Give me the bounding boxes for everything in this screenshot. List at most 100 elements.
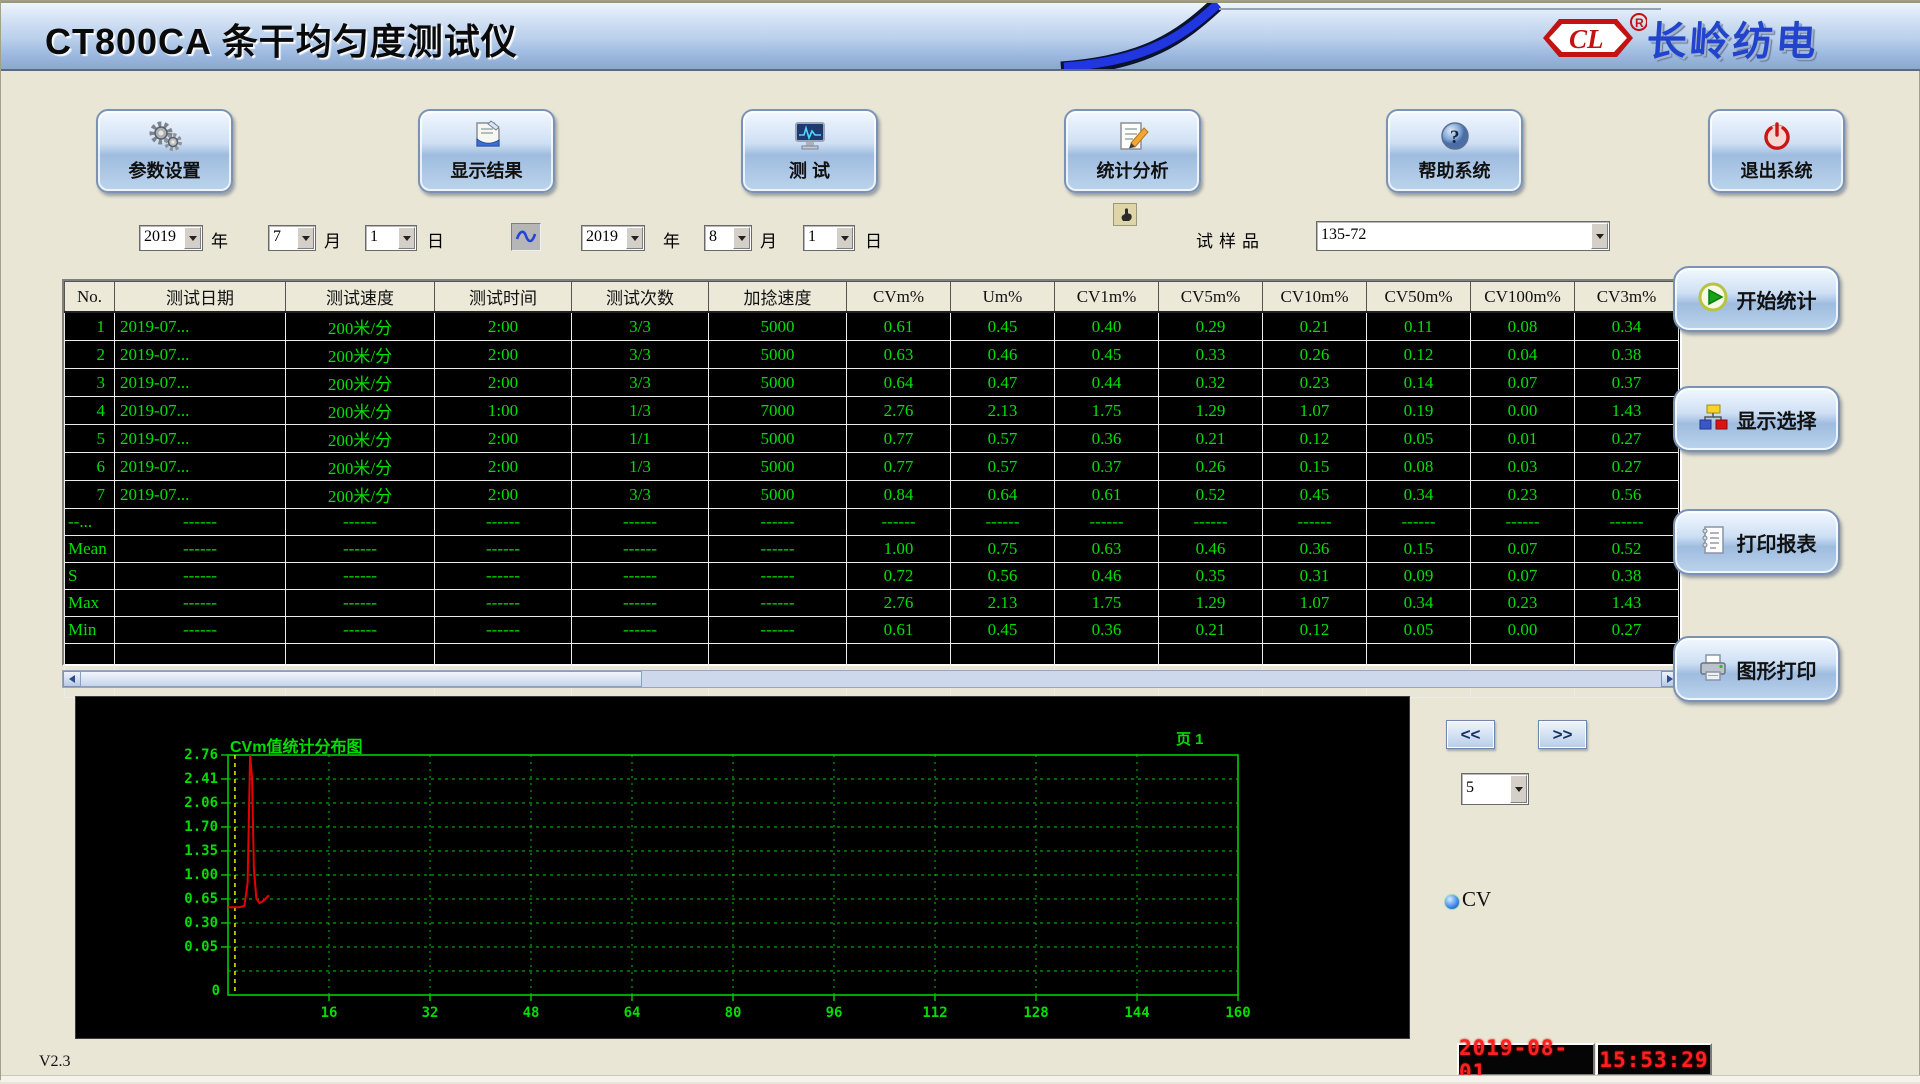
distribution-chart: CVm值统计分布图 页 1 2.762.412.061.701.351.000.… (75, 696, 1410, 1039)
column-header: CV5m% (1159, 282, 1263, 313)
end-month-dropdown-arrow[interactable] (733, 227, 750, 249)
table-cell: 2019-07... (115, 341, 286, 369)
print-graph-button[interactable]: 图形打印 (1673, 636, 1840, 702)
column-header: 测试速度 (286, 282, 435, 313)
scroll-left-arrow-icon[interactable] (63, 671, 81, 687)
start-day-select[interactable]: 1 (365, 225, 417, 251)
test-monitor-icon (792, 119, 828, 153)
table-cell: 0.34 (1367, 481, 1471, 509)
end-day-select[interactable]: 1 (803, 225, 855, 251)
range-wave-icon (511, 223, 541, 251)
start-year-select[interactable]: 2019 (139, 225, 203, 251)
table-cell: 5000 (709, 312, 847, 341)
table-cell: 0.56 (1575, 481, 1679, 509)
print-report-button[interactable]: 打印报表 (1673, 509, 1840, 575)
start-year-dropdown-arrow[interactable] (184, 227, 201, 249)
table-cell: 1.43 (1575, 397, 1679, 425)
test-button-label: 测 试 (789, 157, 830, 183)
table-row[interactable]: Mean------------------------------1.000.… (65, 536, 1679, 563)
table-cell: S (65, 563, 115, 590)
table-cell: 0.46 (1159, 536, 1263, 563)
table-cell: 4 (65, 397, 115, 425)
page-size-arrow[interactable] (1510, 775, 1527, 803)
start-month-select[interactable]: 7 (268, 225, 316, 251)
table-cell: ------ (709, 617, 847, 644)
table-cell: 200米/分 (286, 425, 435, 453)
table-cell: 0.21 (1159, 425, 1263, 453)
table-row[interactable]: --...-----------------------------------… (65, 509, 1679, 536)
scrollbar-thumb[interactable] (80, 671, 642, 687)
table-cell: 0.57 (951, 425, 1055, 453)
cv-sphere-icon[interactable] (1444, 894, 1460, 910)
test-button[interactable]: 测 试 (741, 109, 878, 193)
table-cell: 0.52 (1159, 481, 1263, 509)
table-cell: 0.33 (1159, 341, 1263, 369)
table-cell: 200米/分 (286, 453, 435, 481)
table-cell: 0.26 (1263, 341, 1367, 369)
table-cell: 2019-07... (115, 312, 286, 341)
table-cell: 1.29 (1159, 590, 1263, 617)
table-cell (572, 644, 709, 671)
table-cell: ------ (847, 509, 951, 536)
table-row[interactable]: 62019-07...200米/分2:001/350000.770.570.37… (65, 453, 1679, 481)
printer-icon (1697, 651, 1729, 688)
page-size-select[interactable]: 5 (1461, 773, 1529, 805)
start-day-label: 日 (427, 227, 444, 252)
svg-text:CL: CL (1569, 24, 1604, 54)
table-cell (1575, 644, 1679, 671)
table-cell: 0.19 (1367, 397, 1471, 425)
table-row[interactable]: Min------------------------------0.610.4… (65, 617, 1679, 644)
cvm-series-line (228, 755, 269, 907)
end-year-dropdown-arrow[interactable] (626, 227, 643, 249)
end-year-select[interactable]: 2019 (581, 225, 645, 251)
sample-combo[interactable]: 135-72 (1316, 221, 1610, 251)
table-row[interactable]: 42019-07...200米/分1:001/370002.762.131.75… (65, 397, 1679, 425)
table-row[interactable]: Max------------------------------2.762.1… (65, 590, 1679, 617)
table-cell: 0.00 (1471, 617, 1575, 644)
start-day-dropdown-arrow[interactable] (398, 227, 415, 249)
table-row[interactable]: 12019-07...200米/分2:003/350000.610.450.40… (65, 312, 1679, 341)
display-select-button[interactable]: 显示选择 (1673, 386, 1840, 452)
column-header: CV50m% (1367, 282, 1471, 313)
table-cell: 0.34 (1575, 312, 1679, 341)
table-cell: 0.37 (1575, 369, 1679, 397)
table-cell: 0.14 (1367, 369, 1471, 397)
end-day-dropdown-arrow[interactable] (836, 227, 853, 249)
table-row[interactable]: 22019-07...200米/分2:003/350000.630.460.45… (65, 341, 1679, 369)
table-cell: 0.05 (1367, 425, 1471, 453)
table-cell: 0.01 (1471, 425, 1575, 453)
start-statistics-button[interactable]: 开始统计 (1673, 266, 1840, 332)
table-cell: 0.56 (951, 563, 1055, 590)
table-row[interactable]: 52019-07...200米/分2:001/150000.770.570.36… (65, 425, 1679, 453)
table-row[interactable]: S------------------------------0.720.560… (65, 563, 1679, 590)
help-button[interactable]: ? 帮助系统 (1386, 109, 1523, 193)
column-header: 测试时间 (435, 282, 572, 313)
sample-label: 试样品 (1196, 227, 1265, 252)
show-results-button[interactable]: 显示结果 (418, 109, 555, 193)
table-horizontal-scrollbar[interactable] (62, 670, 1680, 688)
end-month-select[interactable]: 8 (704, 225, 752, 251)
table-cell: 0.77 (847, 425, 951, 453)
next-page-button[interactable]: >> (1538, 720, 1587, 749)
sample-combo-arrow[interactable] (1591, 223, 1608, 249)
table-cell: 0.03 (1471, 453, 1575, 481)
table-cell: 200米/分 (286, 312, 435, 341)
result-document-icon (469, 119, 505, 153)
params-button[interactable]: 参数设置 (96, 109, 233, 193)
start-month-dropdown-arrow[interactable] (297, 227, 314, 249)
table-cell: 0.61 (1055, 481, 1159, 509)
app-window: CT800CA 条干均匀度测试仪 CL R 长岭纺电 (0, 0, 1920, 1080)
org-chart-icon (1697, 401, 1729, 438)
table-row[interactable]: 72019-07...200米/分2:003/350000.840.640.61… (65, 481, 1679, 509)
stats-analysis-button[interactable]: 统计分析 (1064, 109, 1201, 193)
bottom-edge (1, 1075, 1920, 1082)
exit-button[interactable]: 退出系统 (1708, 109, 1845, 193)
prev-page-button[interactable]: << (1446, 720, 1495, 749)
results-table[interactable]: No.测试日期测试速度测试时间测试次数加捻速度CVm%Um%CV1m%CV5m%… (64, 281, 1679, 698)
table-cell: 0.05 (1367, 617, 1471, 644)
table-cell: ------ (286, 509, 435, 536)
table-cell: --... (65, 509, 115, 536)
led-date-display: 2019-08-01 (1457, 1043, 1595, 1076)
table-cell: 1.07 (1263, 397, 1367, 425)
table-row[interactable]: 32019-07...200米/分2:003/350000.640.470.44… (65, 369, 1679, 397)
